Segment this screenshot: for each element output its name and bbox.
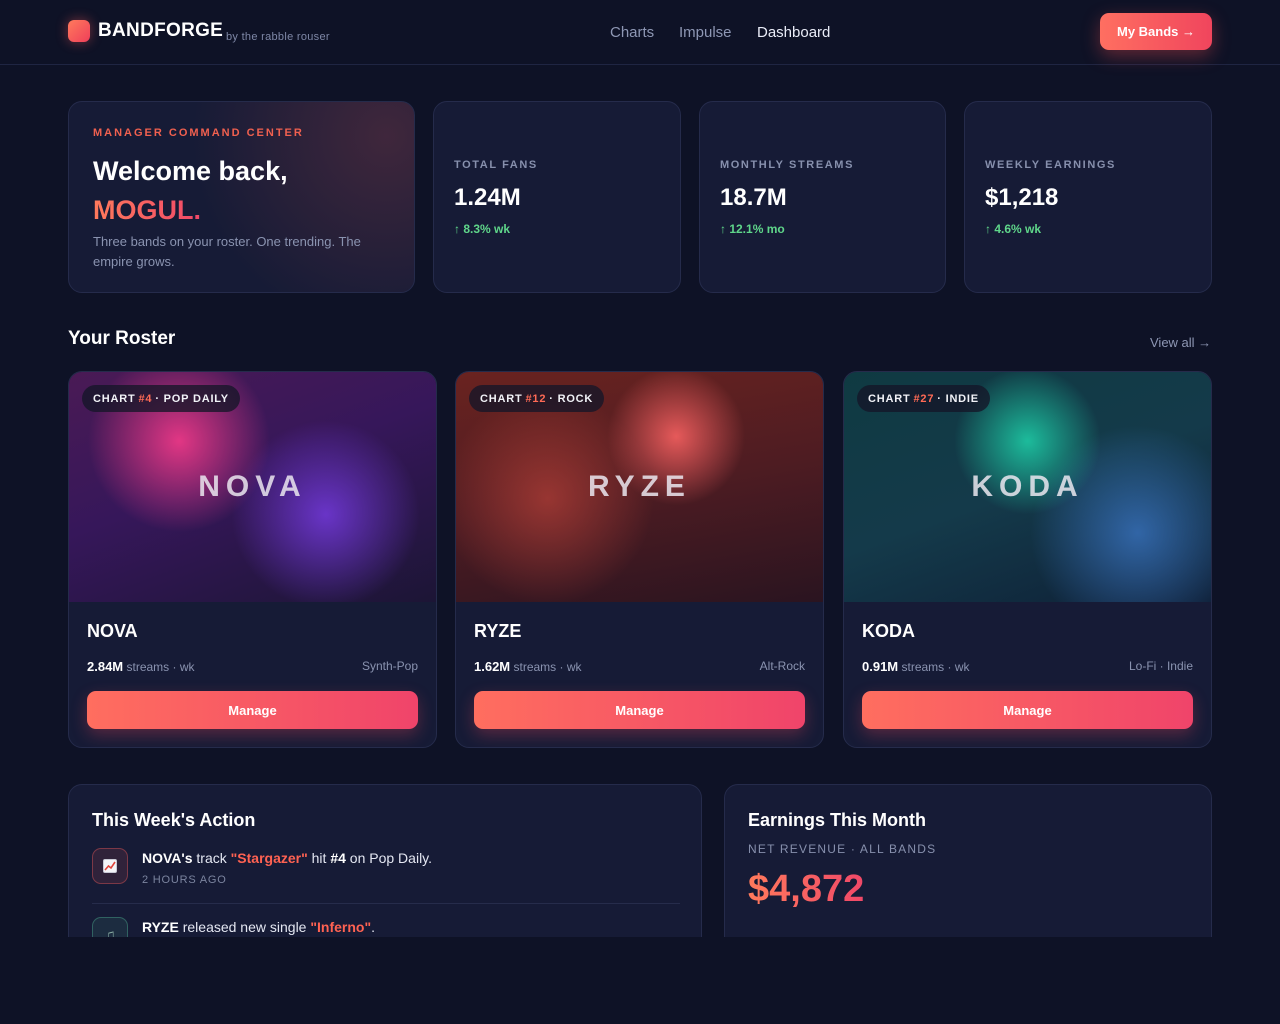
activity-panel: This Week's Action NOVA's track "Stargaz…	[68, 784, 702, 937]
earnings-amount: $4,872	[748, 868, 865, 910]
bottom-section: This Week's Action NOVA's track "Stargaz…	[0, 0, 1280, 937]
activity-rank: #4	[330, 850, 346, 866]
activity-band: NOVA's	[142, 850, 193, 866]
earnings-panel: Earnings This Month NET REVENUE · ALL BA…	[724, 784, 1212, 937]
activity-phrase: hit	[311, 850, 327, 866]
earnings-title: Earnings This Month	[748, 810, 926, 830]
chart-up-icon	[92, 848, 128, 884]
music-note-icon: ♫	[92, 917, 128, 937]
activity-phrase: released new single	[182, 919, 307, 935]
activity-phrase: on Pop Daily.	[349, 850, 433, 866]
activity-track[interactable]: "Inferno"	[310, 919, 371, 935]
activity-band: RYZE	[142, 919, 179, 935]
activity-item-text: RYZE released new single "Inferno".	[142, 919, 375, 935]
activity-title: This Week's Action	[92, 810, 256, 830]
activity-phrase: .	[371, 919, 375, 935]
earnings-subtitle: NET REVENUE · ALL BANDS	[748, 842, 937, 856]
activity-item-text: NOVA's track "Stargazer" hit #4 on Pop D…	[142, 850, 432, 866]
activity-phrase: track	[196, 850, 227, 866]
activity-track[interactable]: "Stargazer"	[231, 850, 308, 866]
activity-divider	[92, 903, 680, 904]
activity-timestamp: 2 HOURS AGO	[142, 874, 227, 886]
